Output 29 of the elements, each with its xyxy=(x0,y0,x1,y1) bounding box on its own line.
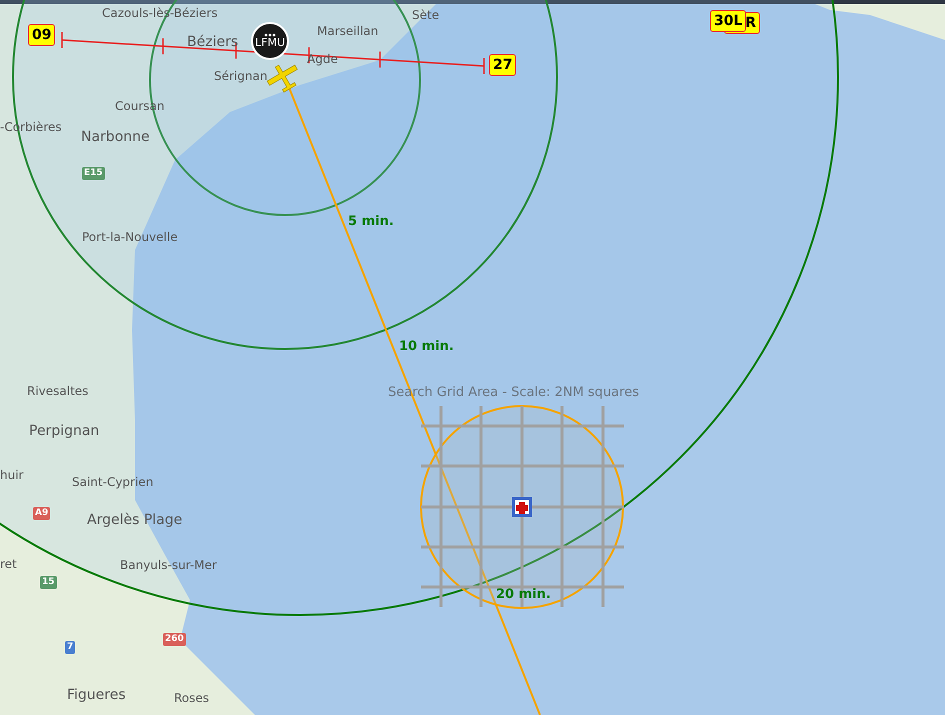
ring-time-label: 20 min. xyxy=(496,586,551,604)
plane-icon xyxy=(266,64,298,93)
place-label: Roses xyxy=(174,690,210,707)
place-label: Perpignan xyxy=(29,422,100,441)
place-label: Port-la-Nouvelle xyxy=(82,229,178,246)
road-shield: 7 xyxy=(65,641,76,654)
place-label: Saint-Cyprien xyxy=(72,474,154,491)
road-shield: A9 xyxy=(33,507,50,520)
place-label: Argelès Plage xyxy=(87,511,182,530)
place-label: Béziers xyxy=(187,33,238,52)
ring-time-label: 5 min. xyxy=(348,213,394,231)
road-shield: E15 xyxy=(82,167,105,180)
place-label: Sète xyxy=(412,7,440,24)
place-label: Figueres xyxy=(67,686,126,705)
place-label: Banyuls-sur-Mer xyxy=(120,557,217,574)
road-shield: 15 xyxy=(40,576,57,589)
road-shield: 260 xyxy=(163,633,186,646)
target-marker-icon xyxy=(512,497,532,517)
runway-label: 30L xyxy=(710,10,746,32)
more-icon xyxy=(264,33,276,37)
ring-time-label: 10 min. xyxy=(399,338,454,356)
runway-label: 27 xyxy=(489,54,516,76)
place-label: Narbonne xyxy=(81,128,150,147)
place-label: ret xyxy=(0,556,17,573)
place-label: huir xyxy=(0,467,24,484)
place-label: Sérignan xyxy=(214,68,268,85)
place-label: Marseillan xyxy=(317,23,378,40)
runway-label: 09 xyxy=(28,24,56,46)
place-label: Rivesaltes xyxy=(27,383,88,400)
